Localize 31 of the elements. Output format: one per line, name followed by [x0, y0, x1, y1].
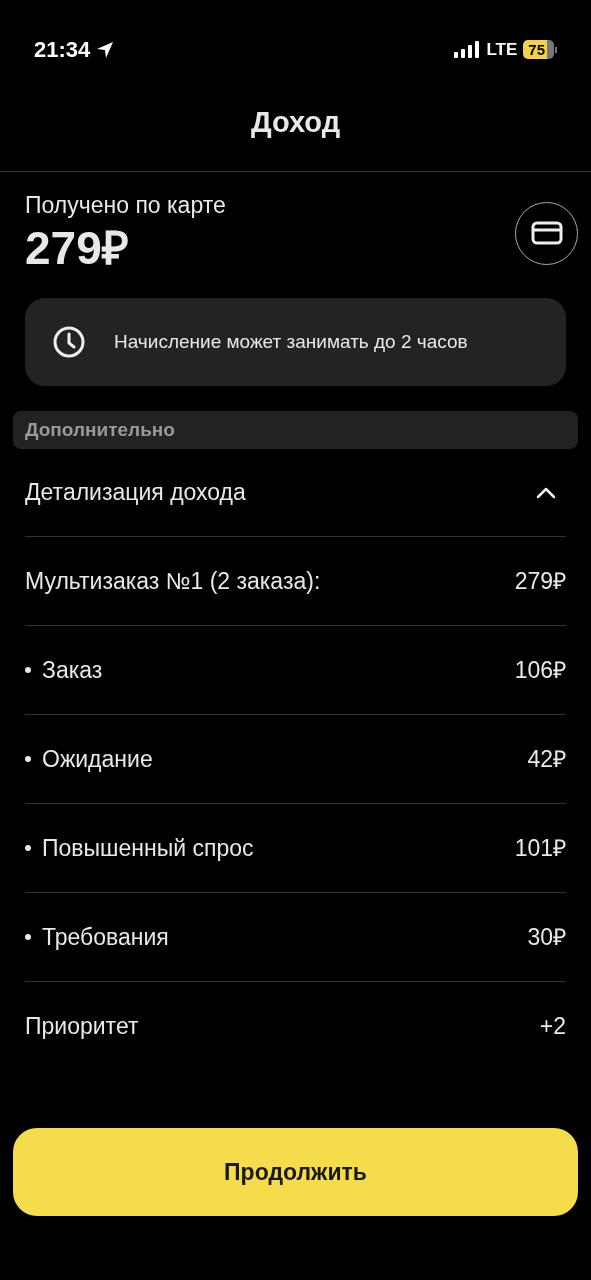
status-time: 21:34 [34, 36, 91, 64]
section-title: Дополнительно [25, 417, 175, 442]
continue-button[interactable]: Продолжить [13, 1128, 578, 1216]
detail-label: Приоритет [25, 1012, 139, 1042]
network-label: LTE [486, 38, 518, 61]
detail-label: Ожидание [42, 744, 153, 774]
detail-value: +2 [539, 1012, 566, 1042]
detail-label: Заказ [42, 655, 103, 685]
credit-card-icon [530, 221, 563, 245]
bullet-icon [25, 845, 31, 851]
notice-text: Начисление может занимать до 2 часов [114, 329, 468, 354]
bullet-icon [25, 934, 31, 940]
page-title: Доход [250, 105, 341, 141]
details-toggle[interactable]: Детализация дохода [25, 449, 566, 537]
bullet-icon [25, 756, 31, 762]
detail-value: 101₽ [514, 833, 566, 863]
detail-value: 279₽ [514, 566, 566, 596]
detail-value: 106₽ [514, 655, 566, 685]
signal-icon [454, 41, 481, 58]
battery-indicator: 75 [523, 40, 557, 59]
received-label: Получено по карте [25, 191, 226, 220]
clock-icon [52, 325, 86, 359]
detail-label: Требования [42, 922, 169, 952]
detail-label: Мультизаказ №1 (2 заказа): [25, 566, 321, 596]
detail-value: 30₽ [527, 922, 566, 952]
detail-label: Повышенный спрос [42, 833, 254, 863]
location-arrow-icon [96, 40, 115, 59]
detail-value: 42₽ [527, 744, 566, 774]
bullet-icon [25, 667, 31, 673]
details-title: Детализация дохода [25, 478, 246, 508]
received-amount: 279₽ [25, 221, 130, 276]
